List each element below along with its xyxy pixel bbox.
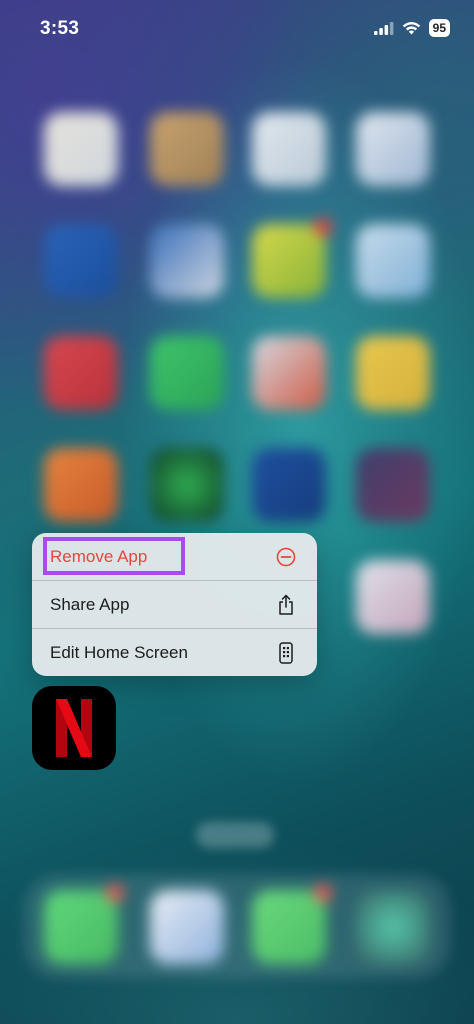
share-icon (275, 594, 297, 616)
notification-badge (314, 218, 332, 236)
netflix-logo-icon (56, 699, 92, 757)
search-pill (196, 822, 274, 848)
home-screen-blurred (0, 0, 474, 1024)
dock (24, 874, 450, 978)
app-icon (356, 336, 430, 410)
app-icon (356, 112, 430, 186)
status-icons: 95 (373, 19, 450, 37)
app-icon (44, 112, 118, 186)
app-icon (252, 448, 326, 522)
minus-circle-icon (275, 546, 297, 568)
app-icon (252, 218, 332, 298)
app-icon (44, 224, 118, 298)
app-icon (252, 112, 326, 186)
battery-indicator: 95 (428, 19, 450, 37)
wifi-icon (402, 22, 420, 35)
app-icon (150, 336, 224, 410)
app-icon (356, 560, 430, 634)
phone-edit-icon (275, 641, 297, 664)
share-app-label: Share App (50, 594, 130, 614)
app-icon (150, 448, 224, 522)
netflix-app-icon[interactable] (32, 686, 116, 770)
app-icon (150, 224, 224, 298)
status-bar: 3:53 95 (0, 0, 474, 58)
status-time: 3:53 (40, 18, 80, 39)
remove-app-highlight-box (43, 537, 185, 575)
edit-home-screen-label: Edit Home Screen (50, 642, 188, 662)
edit-home-screen-menu-item[interactable]: Edit Home Screen (32, 629, 317, 676)
cellular-signal-icon (373, 21, 394, 35)
share-app-menu-item[interactable]: Share App (32, 581, 317, 628)
app-icon (150, 112, 224, 186)
app-icon (252, 336, 326, 410)
app-icon (356, 224, 430, 298)
app-icon (356, 448, 430, 522)
app-icon (44, 336, 118, 410)
app-icon (44, 448, 118, 522)
